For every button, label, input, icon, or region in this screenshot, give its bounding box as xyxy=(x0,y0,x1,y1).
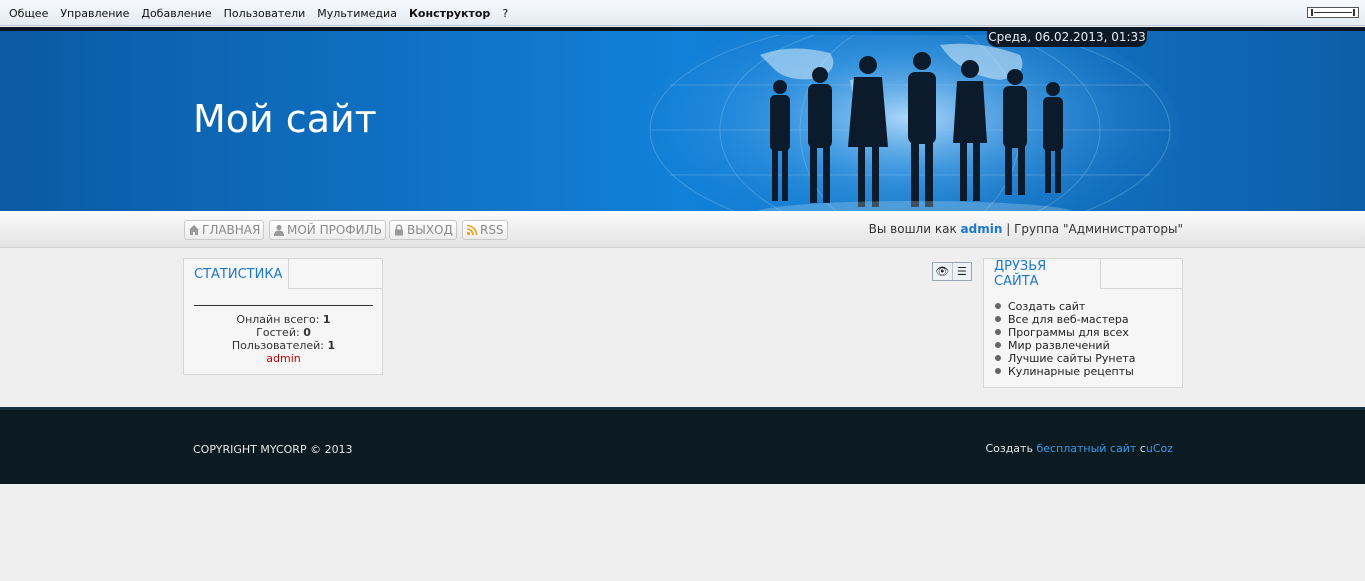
nav-profile-button[interactable]: МОЙ ПРОФИЛЬ xyxy=(269,220,386,240)
current-date: Среда, 06.02.2013, 01:33 xyxy=(987,27,1147,47)
statistics-content: Онлайн всего: 1 Гостей: 0 Пользователей:… xyxy=(194,305,373,365)
statistics-title: Статистика xyxy=(183,258,289,289)
free-site-link[interactable]: бесплатный сайт xyxy=(1036,442,1136,455)
lock-icon xyxy=(395,224,403,236)
page: Общее Управление Добавление Пользователи… xyxy=(0,0,1365,581)
online-total-row: Онлайн всего: 1 xyxy=(194,313,373,326)
guests-value: 0 xyxy=(303,326,311,339)
admin-toolbar: Общее Управление Добавление Пользователи… xyxy=(0,0,1365,26)
rss-icon xyxy=(466,224,478,236)
admin-menu-general[interactable]: Общее xyxy=(3,7,54,20)
copyright-text: COPYRIGHT MYCORP © 2013 xyxy=(193,443,353,456)
users-row: Пользователей: 1 xyxy=(194,339,373,352)
username-link[interactable]: admin xyxy=(961,222,1003,236)
site-title[interactable]: Мой сайт xyxy=(193,97,377,141)
header-business-people-image xyxy=(640,35,1180,211)
friends-link-recipes[interactable]: Кулинарные рецепты xyxy=(995,365,1136,378)
user-group: | Группа "Администраторы" xyxy=(1006,222,1183,236)
statistics-block: Статистика Онлайн всего: 1 Гостей: 0 Пол… xyxy=(183,258,383,375)
nav-profile-label: МОЙ ПРОФИЛЬ xyxy=(287,223,382,237)
friends-link-webmaster[interactable]: Все для веб-мастера xyxy=(995,313,1136,326)
guests-label: Гостей: xyxy=(256,326,300,339)
eye-icon[interactable]: 👁 xyxy=(933,263,953,280)
edit-list-icon[interactable]: ☰ xyxy=(953,263,972,280)
nav-bar: ГЛАВНАЯ МОЙ ПРОФИЛЬ ВЫХОД RSS Вы вошли к… xyxy=(0,211,1365,248)
statistics-separator xyxy=(194,305,373,306)
admin-menu-add[interactable]: Добавление xyxy=(135,7,217,20)
nav-rss-label: RSS xyxy=(480,223,504,237)
friends-list: Создать сайт Все для веб-мастера Програм… xyxy=(995,300,1136,378)
site-header: Среда, 06.02.2013, 01:33 Мой сайт xyxy=(0,27,1365,211)
admin-menu: Общее Управление Добавление Пользователи… xyxy=(3,0,514,26)
friends-link-programs[interactable]: Программы для всех xyxy=(995,326,1136,339)
block-tools: 👁 ☰ xyxy=(932,262,972,281)
online-total-label: Онлайн всего: xyxy=(236,313,320,326)
login-prefix: Вы вошли как xyxy=(868,222,957,236)
friends-link-best-sites[interactable]: Лучшие сайты Рунета xyxy=(995,352,1136,365)
admin-menu-help[interactable]: ? xyxy=(496,7,514,20)
login-status: Вы вошли как admin | Группа "Администрат… xyxy=(869,222,1183,236)
guests-row: Гостей: 0 xyxy=(194,326,373,339)
admin-menu-users[interactable]: Пользователи xyxy=(218,7,312,20)
online-total-value: 1 xyxy=(322,313,331,326)
admin-menu-multimedia[interactable]: Мультимедиа xyxy=(311,7,403,20)
nav-home-button[interactable]: ГЛАВНАЯ xyxy=(184,220,265,240)
home-icon xyxy=(189,225,199,235)
nav-home-label: ГЛАВНАЯ xyxy=(202,223,261,237)
friends-block: Друзья сайта Создать сайт Все для веб-ма… xyxy=(983,258,1183,388)
powered-by-prefix: Создать xyxy=(985,442,1033,455)
nav-logout-button[interactable]: ВЫХОД xyxy=(389,220,457,240)
toolbar-resize-handle[interactable] xyxy=(1307,7,1359,18)
friends-link-create-site[interactable]: Создать сайт xyxy=(995,300,1136,313)
powered-by: Создать бесплатный сайт сuCoz xyxy=(985,442,1173,455)
nav-rss-button[interactable]: RSS xyxy=(462,220,508,240)
ucoz-link[interactable]: uCoz xyxy=(1146,442,1173,455)
admin-menu-management[interactable]: Управление xyxy=(54,7,135,20)
friends-link-entertainment[interactable]: Мир развлечений xyxy=(995,339,1136,352)
admin-menu-constructor[interactable]: Конструктор xyxy=(403,7,496,20)
user-icon xyxy=(274,224,284,236)
nav-logout-label: ВЫХОД xyxy=(407,223,453,237)
users-value: 1 xyxy=(327,339,336,352)
users-label: Пользователей: xyxy=(231,339,324,352)
online-user-link[interactable]: admin xyxy=(194,352,373,365)
friends-title: Друзья сайта xyxy=(983,258,1101,289)
site-footer: COPYRIGHT MYCORP © 2013 Создать бесплатн… xyxy=(0,407,1365,484)
